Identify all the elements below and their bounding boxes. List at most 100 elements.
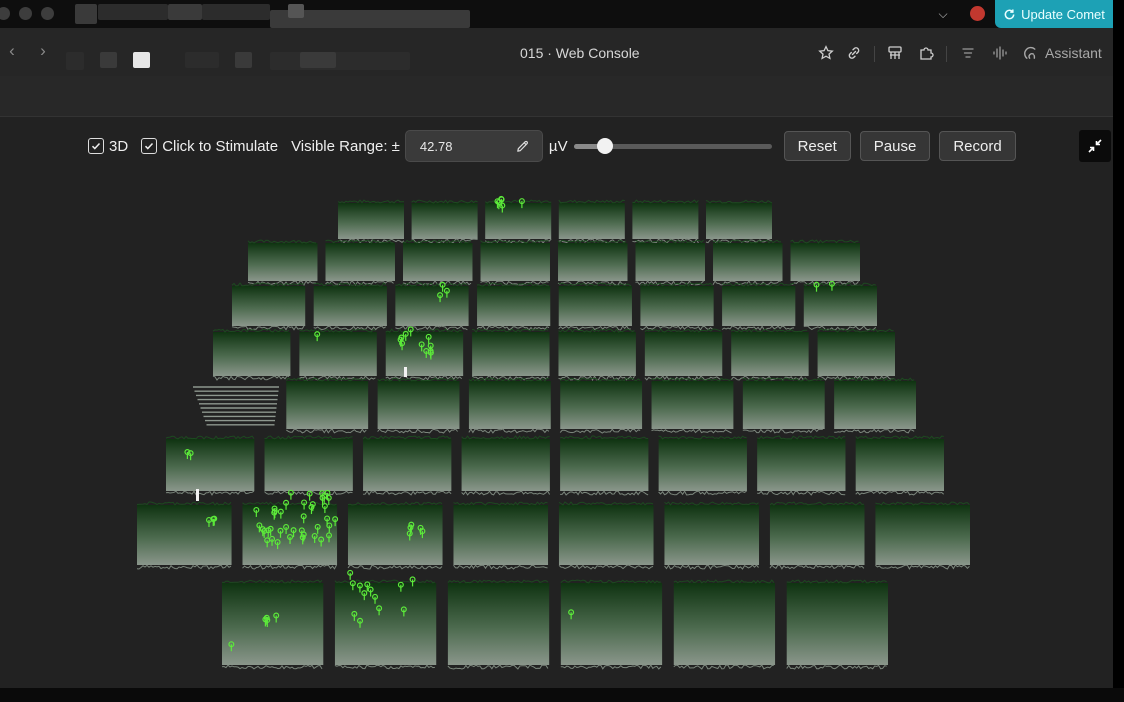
back-icon[interactable]: ‹	[3, 42, 21, 60]
electrode-tile[interactable]	[411, 199, 478, 244]
link-icon[interactable]	[844, 43, 864, 63]
checkbox-stimulate-box[interactable]	[141, 138, 158, 154]
electrode-tile[interactable]	[385, 328, 464, 381]
pause-button[interactable]: Pause	[859, 131, 931, 161]
electrode-tile[interactable]	[212, 328, 291, 381]
minimize-window-button[interactable]	[19, 7, 32, 20]
electrode-tile[interactable]	[559, 377, 643, 434]
electrode-tile[interactable]	[786, 579, 888, 670]
electrode-tile[interactable]	[673, 579, 776, 670]
electrode-tile[interactable]	[635, 239, 705, 286]
electrode-tile[interactable]	[337, 199, 405, 244]
electrode-tile[interactable]	[558, 328, 636, 382]
electrode-tile[interactable]	[640, 282, 714, 331]
signal-trace-bottom	[790, 280, 859, 286]
url-segment-redacted	[185, 52, 219, 68]
assistant-button[interactable]: Assistant	[1024, 43, 1102, 63]
electrode-tile[interactable]	[247, 239, 318, 287]
menu-icon[interactable]	[958, 43, 978, 63]
electrode-tile[interactable]	[377, 377, 460, 434]
electrode-trace-block	[468, 381, 551, 429]
range-slider[interactable]	[573, 130, 772, 162]
tab-title-redacted[interactable]	[168, 4, 202, 20]
electrode-tile[interactable]	[644, 328, 723, 381]
electrode-tile[interactable]	[480, 239, 550, 286]
electrode-tile[interactable]	[453, 501, 549, 570]
electrode-tile[interactable]	[558, 199, 625, 244]
checkbox-3d-box[interactable]	[88, 138, 104, 154]
checkbox-click-to-stimulate[interactable]: Click to Stimulate	[141, 138, 278, 155]
electrode-tile[interactable]	[664, 501, 760, 570]
signal-trace-top	[165, 435, 255, 440]
electrode-tile[interactable]	[362, 435, 452, 496]
extension-icon[interactable]	[970, 6, 985, 21]
slider-thumb[interactable]	[597, 138, 614, 154]
electrode-tile[interactable]	[560, 435, 649, 496]
tab-title-redacted[interactable]	[202, 4, 270, 20]
electrode-tile[interactable]	[471, 328, 550, 381]
maximize-window-button[interactable]	[41, 7, 54, 20]
electrode-tile[interactable]	[447, 579, 550, 670]
electrode-tile[interactable]	[285, 377, 369, 434]
electrode-tile[interactable]	[136, 501, 232, 570]
chevron-down-icon[interactable]: ⌵	[934, 5, 952, 23]
signal-trace-bottom	[242, 564, 337, 570]
electrode-tile[interactable]	[231, 282, 306, 331]
electrode-tile[interactable]	[705, 199, 773, 244]
electrode-tile[interactable]	[712, 239, 783, 286]
extension-icon[interactable]	[885, 43, 905, 63]
record-button[interactable]: Record	[939, 131, 1016, 161]
visible-range-value[interactable]: 42.78	[420, 139, 453, 154]
pencil-icon[interactable]	[515, 139, 530, 154]
electrode-tile[interactable]	[558, 501, 654, 570]
electrode-tile[interactable]	[769, 501, 865, 570]
signal-trace-top	[558, 282, 631, 287]
electrode-tile[interactable]	[730, 328, 809, 381]
puzzle-icon[interactable]	[916, 43, 936, 63]
electrode-tile[interactable]	[817, 328, 895, 381]
electrode-tile[interactable]	[334, 579, 437, 670]
electrode-tile[interactable]	[165, 435, 255, 496]
electrode-tile[interactable]	[402, 239, 473, 286]
electrode-tile[interactable]	[221, 579, 324, 670]
signal-trace-top	[285, 377, 367, 382]
electrode-tile[interactable]	[658, 435, 747, 496]
electrode-tile[interactable]	[558, 282, 632, 331]
electrode-tile[interactable]	[325, 239, 395, 286]
electrode-tile[interactable]	[476, 282, 551, 331]
electrode-tile[interactable]	[632, 199, 699, 244]
electrode-tile[interactable]	[756, 435, 846, 496]
electrode-tile[interactable]	[461, 435, 551, 496]
close-window-button[interactable]	[0, 7, 10, 20]
electrode-tile[interactable]	[468, 377, 551, 434]
electrode-tile[interactable]	[875, 501, 970, 570]
electrode-tile[interactable]	[721, 282, 796, 331]
visible-range-input[interactable]: 42.78	[404, 130, 543, 162]
electrode-tile[interactable]	[313, 282, 387, 331]
electrode-tile[interactable]	[347, 501, 443, 570]
voice-icon[interactable]	[990, 43, 1010, 63]
electrode-tile[interactable]	[855, 435, 945, 496]
update-comet-button[interactable]: Update Comet	[995, 0, 1113, 28]
signal-trace-top	[560, 579, 661, 584]
electrode-tile[interactable]	[264, 435, 353, 496]
electrode-tile[interactable]	[560, 579, 663, 670]
electrode-tile[interactable]	[790, 239, 861, 286]
electrode-tile[interactable]	[395, 282, 469, 331]
electrode-array-3d-view[interactable]	[0, 117, 1113, 688]
electrode-tile[interactable]	[557, 239, 628, 286]
checkbox-3d[interactable]: 3D	[88, 138, 128, 155]
star-icon[interactable]	[816, 43, 836, 63]
forward-icon[interactable]: ›	[34, 42, 52, 60]
tab-title-redacted[interactable]	[98, 4, 168, 20]
exit-fullscreen-button[interactable]	[1079, 130, 1111, 162]
reset-button[interactable]: Reset	[783, 131, 851, 161]
page-title[interactable]: 015 · Web Console	[520, 45, 640, 61]
electrode-trace-block	[461, 439, 550, 491]
electrode-tile[interactable]	[299, 328, 377, 381]
electrode-tile[interactable]	[651, 377, 734, 434]
electrode-tile[interactable]	[484, 199, 552, 244]
electrode-tile[interactable]	[742, 377, 825, 434]
electrode-tile[interactable]	[803, 282, 877, 331]
electrode-tile[interactable]	[834, 377, 916, 434]
